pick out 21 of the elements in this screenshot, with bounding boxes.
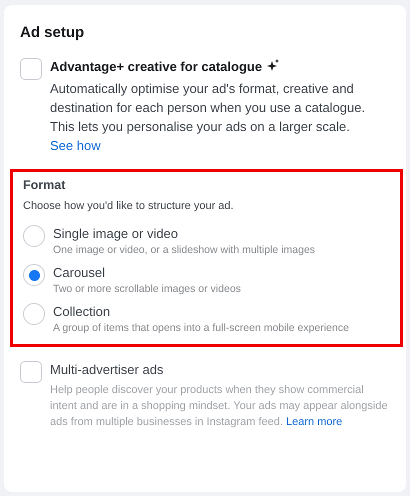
radio-button[interactable]: [23, 264, 45, 286]
see-how-link[interactable]: See how: [50, 136, 101, 155]
radio-label: Collection: [53, 303, 110, 320]
checkbox[interactable]: [20, 58, 42, 80]
option-label: Multi-advertiser ads: [50, 361, 164, 379]
radio-label: Carousel: [53, 264, 106, 281]
format-heading: Format: [23, 178, 66, 192]
radio-description: One image or video, or a slideshow with multiple images: [53, 244, 316, 256]
section-title: Ad setup: [20, 24, 86, 41]
radio-button[interactable]: [23, 303, 45, 325]
option-description: Automatically optimise your ad's format, creative and destination for each person when you use a catalogue. This lets you personalise your ads on a larger scale.: [50, 80, 366, 136]
option-label: Advantage+ creative for catalogue: [50, 58, 262, 76]
checkbox[interactable]: [20, 361, 42, 383]
format-description: Choose how you'd like to structure your ad.: [23, 200, 235, 212]
radio-button[interactable]: [23, 225, 45, 247]
radio-label: Single image or video: [53, 225, 178, 242]
option-description: Help people discover your products when they show commercial intent and are in a shopping mindset. Your ads may appear alongside ads from multiple businesses in Instagram feed. Learn more: [50, 383, 389, 430]
sparkle-icon: [267, 59, 280, 71]
radio-description: A group of items that opens into a full-screen mobile experience: [53, 322, 349, 334]
radio-description: Two or more scrollable images or videos: [53, 283, 241, 295]
learn-more-link[interactable]: Learn more: [286, 416, 342, 428]
